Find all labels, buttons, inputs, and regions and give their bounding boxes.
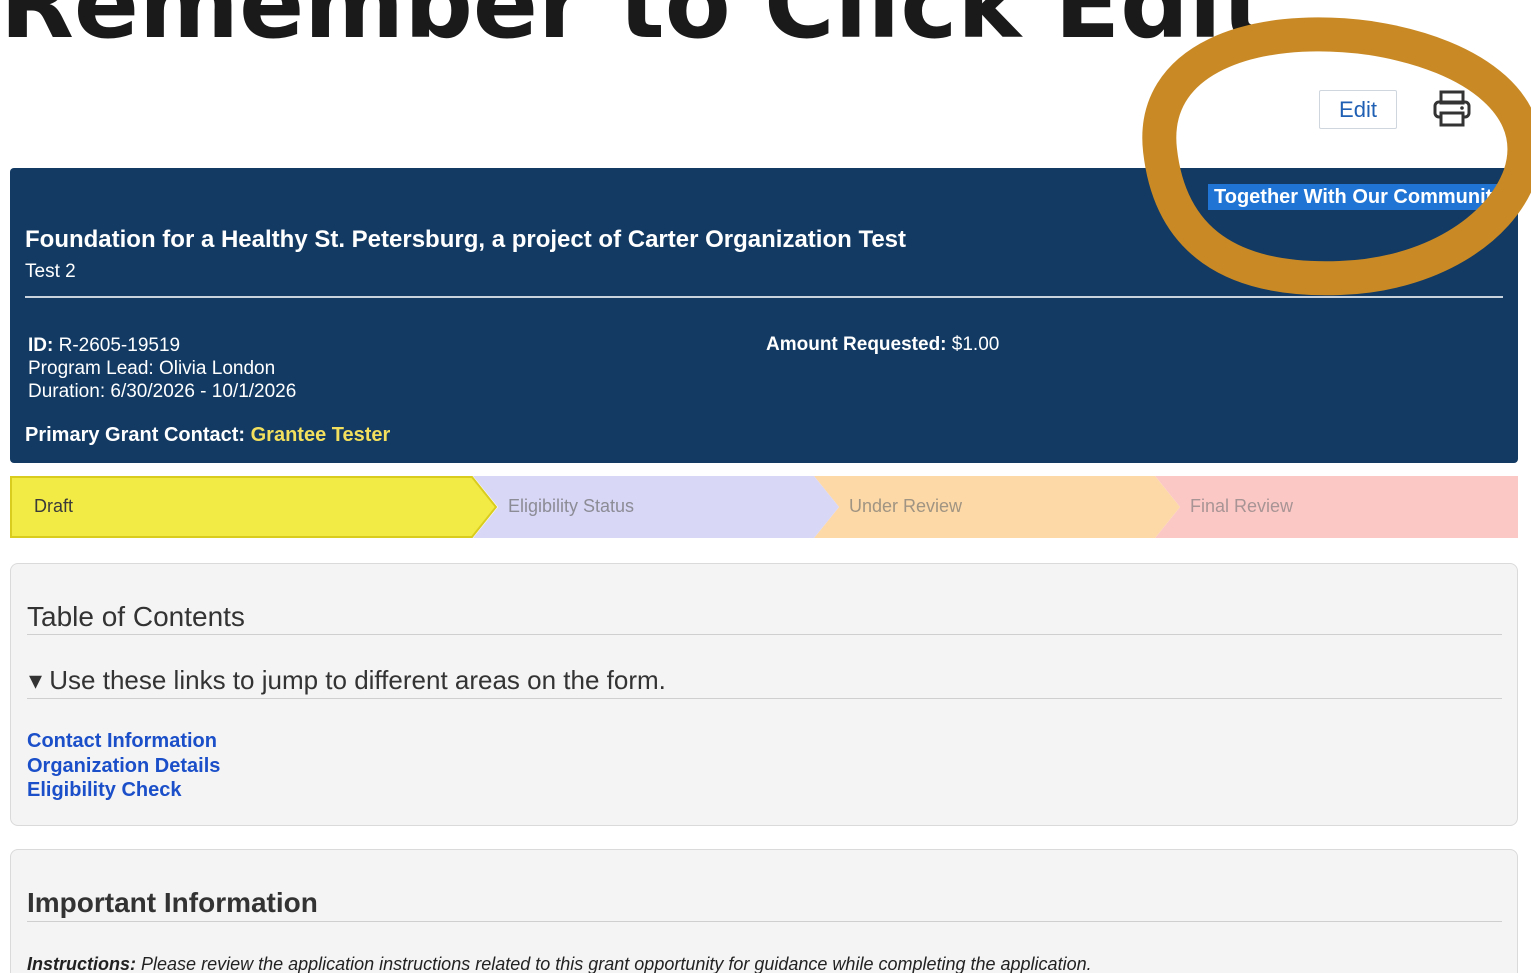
table-of-contents-card: Table of Contents ▾ Use these links to j…: [10, 563, 1518, 826]
important-info-divider: [27, 921, 1502, 922]
important-info-title: Important Information: [27, 887, 318, 918]
stage-final-review: Final Review: [1190, 496, 1294, 516]
toc-title: Table of Contents: [27, 601, 245, 632]
application-header: Together With Our Community Foundation f…: [10, 168, 1518, 463]
tagline-badge: Together With Our Community: [1208, 184, 1518, 210]
toc-link-eligibility-check[interactable]: Eligibility Check: [27, 778, 220, 803]
primary-grant-contact: Primary Grant Contact: Grantee Tester: [25, 424, 391, 446]
edit-button[interactable]: Edit: [1319, 90, 1397, 129]
tutorial-heading: Remember to Click Edit: [0, 0, 1268, 60]
status-stage-track: Draft Eligibility Status Under Review Fi…: [10, 476, 1518, 538]
amount-requested: Amount Requested: $1.00: [766, 334, 1000, 355]
header-divider: [25, 296, 1503, 298]
toc-link-list: Contact Information Organization Details…: [27, 729, 220, 803]
duration: Duration: 6/30/2026 - 10/1/2026: [28, 381, 297, 402]
stage-shape-draft: [10, 476, 498, 538]
toc-divider: [27, 634, 1502, 635]
stage-under-review: Under Review: [849, 496, 963, 516]
program-lead: Program Lead: Olivia London: [28, 358, 276, 379]
important-information-card: Important Information Instructions: Plea…: [10, 849, 1518, 973]
toc-summary-divider: [27, 698, 1502, 699]
instructions-text: Instructions: Please review the applicat…: [27, 954, 1092, 973]
organization-title: Foundation for a Healthy St. Petersburg,…: [25, 226, 907, 253]
toc-summary-toggle[interactable]: ▾ Use these links to jump to different a…: [29, 665, 666, 696]
contact-name-link[interactable]: Grantee Tester: [251, 424, 391, 446]
toc-link-organization-details[interactable]: Organization Details: [27, 754, 220, 779]
toc-link-contact-information[interactable]: Contact Information: [27, 729, 220, 754]
printer-icon[interactable]: [1430, 89, 1474, 129]
stage-draft: Draft: [34, 496, 74, 516]
application-id: ID: R-2605-19519: [28, 335, 181, 356]
stage-eligibility-status: Eligibility Status: [508, 496, 635, 516]
application-subtitle: Test 2: [25, 261, 76, 282]
application-meta: ID: R-2605-19519 Program Lead: Olivia Lo…: [28, 334, 296, 403]
